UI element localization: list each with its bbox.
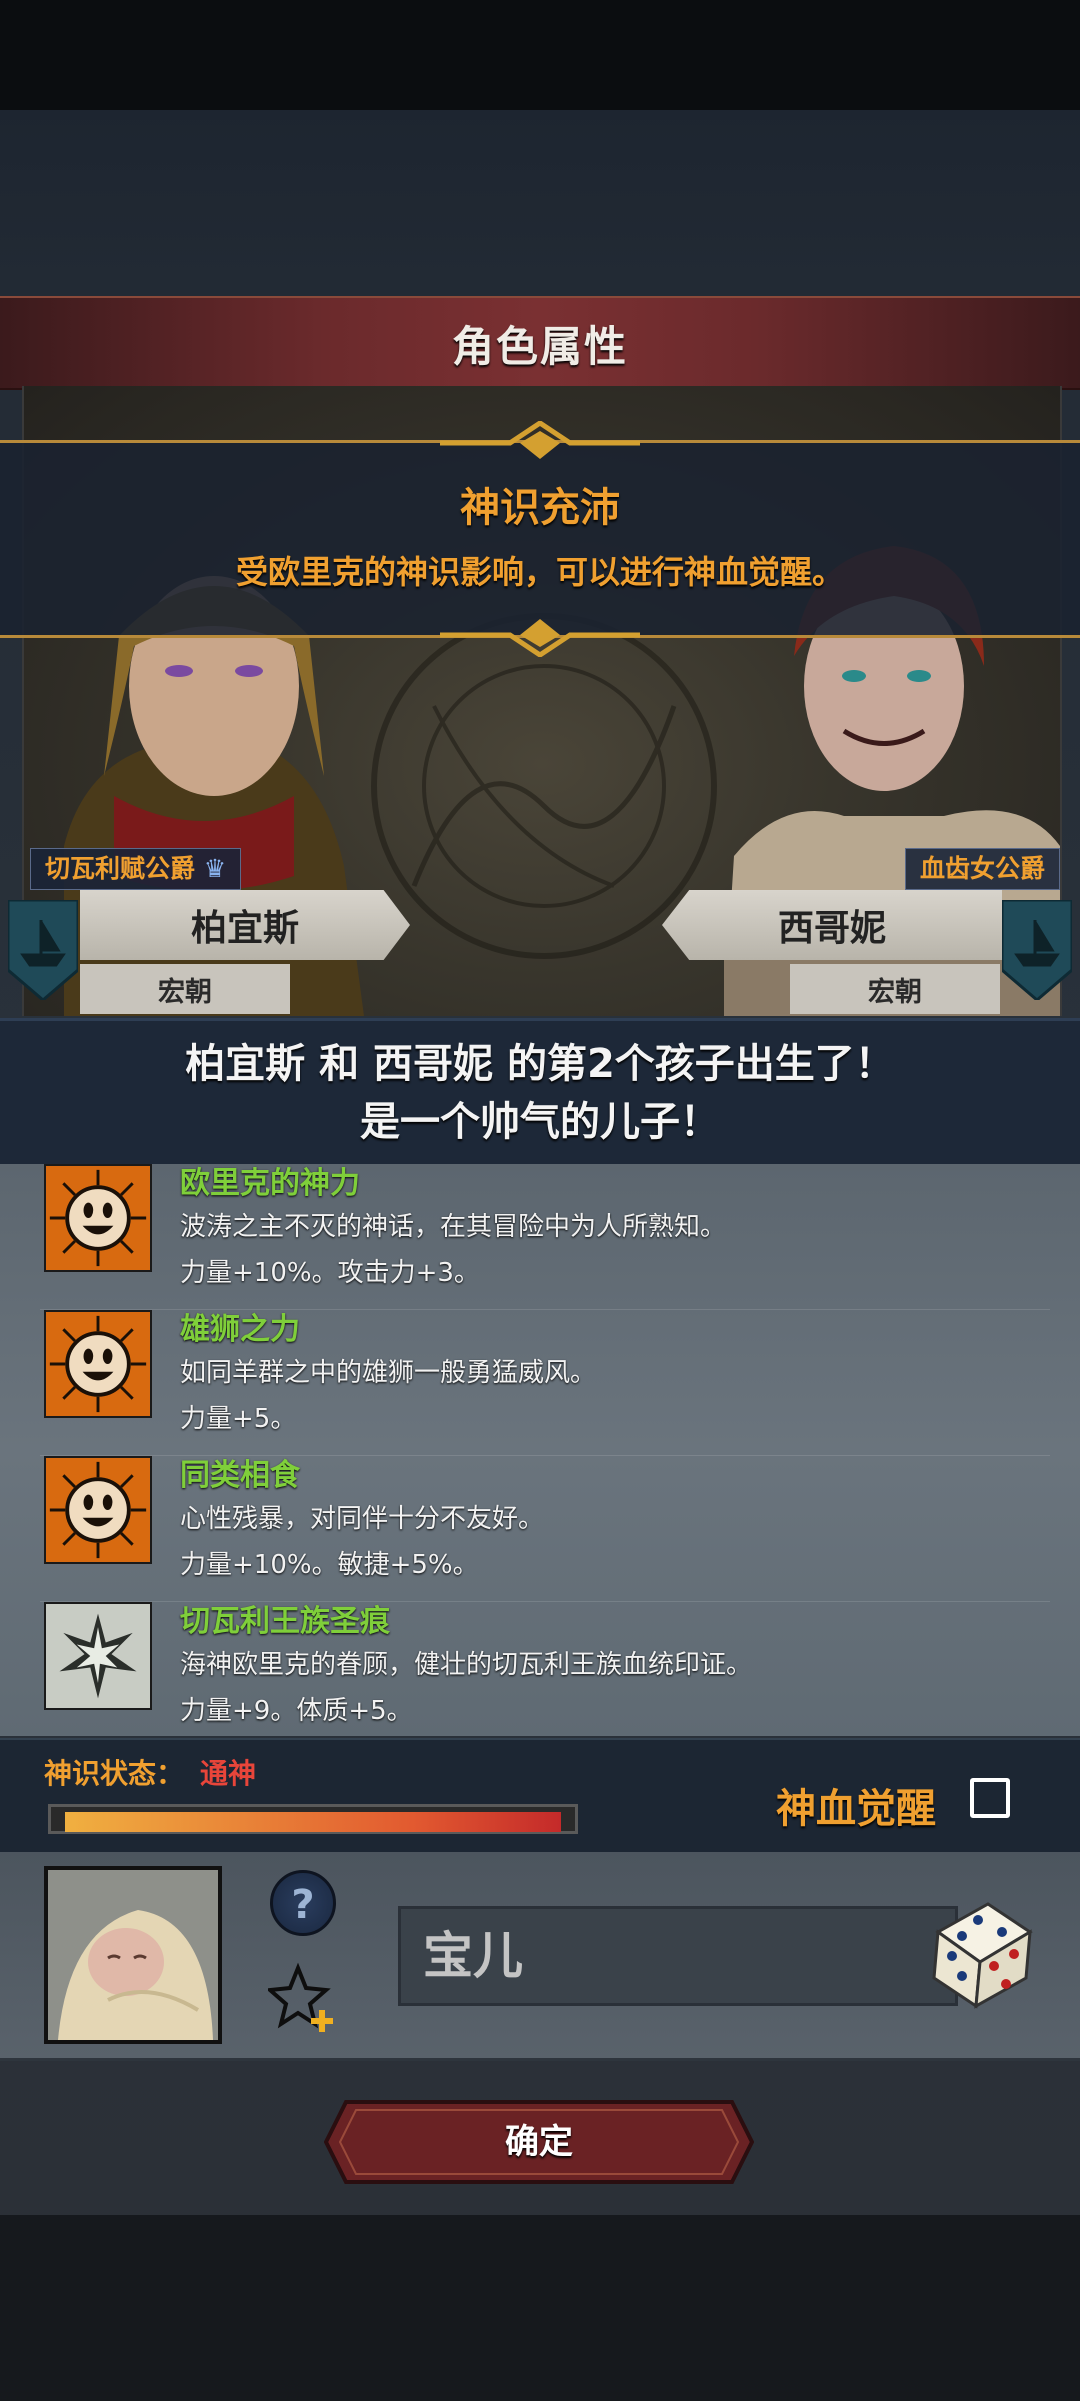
trait-effect: 力量+10%。敏捷+5%。	[180, 1550, 479, 1580]
mother-dynasty: 宏朝	[790, 964, 1000, 1014]
child-name-input[interactable]: 宝儿	[398, 1906, 958, 2006]
confirm-button[interactable]: 确定	[323, 2100, 755, 2184]
trait-name: 欧里克的神力	[180, 1166, 360, 1201]
mother-nameplate: 西哥妮	[662, 890, 1002, 960]
birth-announcement: 柏宜斯 和 西哥妮 的第2个孩子出生了！ 是一个帅气的儿子！	[0, 1018, 1080, 1168]
smiley-sun-icon	[44, 1310, 152, 1418]
child-portrait[interactable]	[44, 1866, 222, 2044]
divine-progress-fill	[65, 1812, 561, 1832]
random-name-dice-icon[interactable]	[918, 1892, 1038, 2012]
confirm-button-label: 确定	[505, 2122, 573, 2162]
awakening-checkbox[interactable]	[970, 1778, 1010, 1818]
mother-title: 血齿女公爵	[919, 854, 1045, 883]
help-button[interactable]: ?	[270, 1870, 336, 1936]
banner-title: 神识充沛	[460, 485, 620, 531]
mother-name: 西哥妮	[777, 908, 886, 949]
divine-status-value: 通神	[200, 1757, 257, 1790]
title-bar: 角色属性	[0, 296, 1080, 390]
trait-item[interactable]: 切瓦利王族圣痕 海神欧里克的眷顾，健壮的切瓦利王族血统印证。 力量+9。体质+5…	[40, 1602, 1050, 1736]
royal-stigma-icon	[44, 1602, 152, 1710]
father-name: 柏宜斯	[190, 908, 299, 949]
trait-name: 同类相食	[180, 1458, 300, 1493]
awakening-banner: 神识充沛 受欧里克的神识影响，可以进行神血觉醒。	[0, 421, 1080, 657]
banner-subtitle: 受欧里克的神识影响，可以进行神血觉醒。	[235, 553, 844, 591]
father-title: 切瓦利赋公爵	[45, 854, 196, 883]
smiley-sun-icon	[44, 1164, 152, 1272]
trait-description: 如同羊群之中的雄狮一般勇猛威风。	[180, 1358, 597, 1388]
announcement-line-1: 柏宜斯 和 西哥妮 的第2个孩子出生了！	[185, 1041, 895, 1087]
trait-effect: 力量+9。体质+5。	[180, 1696, 413, 1726]
announcement-line-2: 是一个帅气的儿子！	[360, 1099, 720, 1145]
child-row: ? 宝儿	[0, 1852, 1080, 2061]
divine-status-label: 神识状态：	[44, 1757, 185, 1790]
trait-effect: 力量+5。	[180, 1404, 297, 1434]
trait-effect: 力量+10%。攻击力+3。	[180, 1258, 480, 1288]
divine-status-bar: 神识状态： 通神 神血觉醒	[0, 1738, 1080, 1854]
father-nameplate: 柏宜斯	[80, 890, 410, 960]
page-title: 角色属性	[451, 321, 628, 371]
trait-description: 波涛之主不灭的神话，在其冒险中为人所熟知。	[180, 1212, 727, 1242]
status-bar-area	[0, 0, 1080, 110]
trait-name: 雄狮之力	[180, 1312, 300, 1347]
divine-progress-bar	[48, 1804, 578, 1834]
father-dynasty: 宏朝	[80, 964, 290, 1014]
ornament-top-icon	[440, 421, 640, 459]
awakening-label: 神血觉醒	[776, 1786, 936, 1832]
trait-description: 海神欧里克的眷顾，健壮的切瓦利王族血统印证。	[180, 1650, 753, 1680]
trait-list[interactable]: 欧里克的神力 波涛之主不灭的神话，在其冒险中为人所熟知。 力量+10%。攻击力+…	[0, 1164, 1080, 1736]
smiley-sun-icon	[44, 1456, 152, 1564]
bottom-area	[0, 2215, 1080, 2401]
trait-name: 切瓦利王族圣痕	[180, 1604, 390, 1639]
baby-avatar-icon	[48, 1870, 218, 2040]
mother-ship-shield-icon	[1002, 900, 1072, 1000]
ornament-bottom-icon	[440, 619, 640, 657]
trait-description: 心性残暴，对同伴十分不友好。	[180, 1504, 545, 1534]
trait-item[interactable]: 雄狮之力 如同羊群之中的雄狮一般勇猛威风。 力量+5。	[40, 1310, 1050, 1456]
add-favorite-star-icon[interactable]	[268, 1962, 340, 2034]
mother-title-tag: 血齿女公爵	[904, 848, 1060, 890]
trait-item[interactable]: 欧里克的神力 波涛之主不灭的神话，在其冒险中为人所熟知。 力量+10%。攻击力+…	[40, 1164, 1050, 1310]
trait-item[interactable]: 同类相食 心性残暴，对同伴十分不友好。 力量+10%。敏捷+5%。	[40, 1456, 1050, 1602]
crown-icon: ♛	[203, 854, 227, 883]
father-title-tag: 切瓦利赋公爵 ♛	[30, 848, 242, 890]
father-ship-shield-icon	[8, 900, 78, 1000]
